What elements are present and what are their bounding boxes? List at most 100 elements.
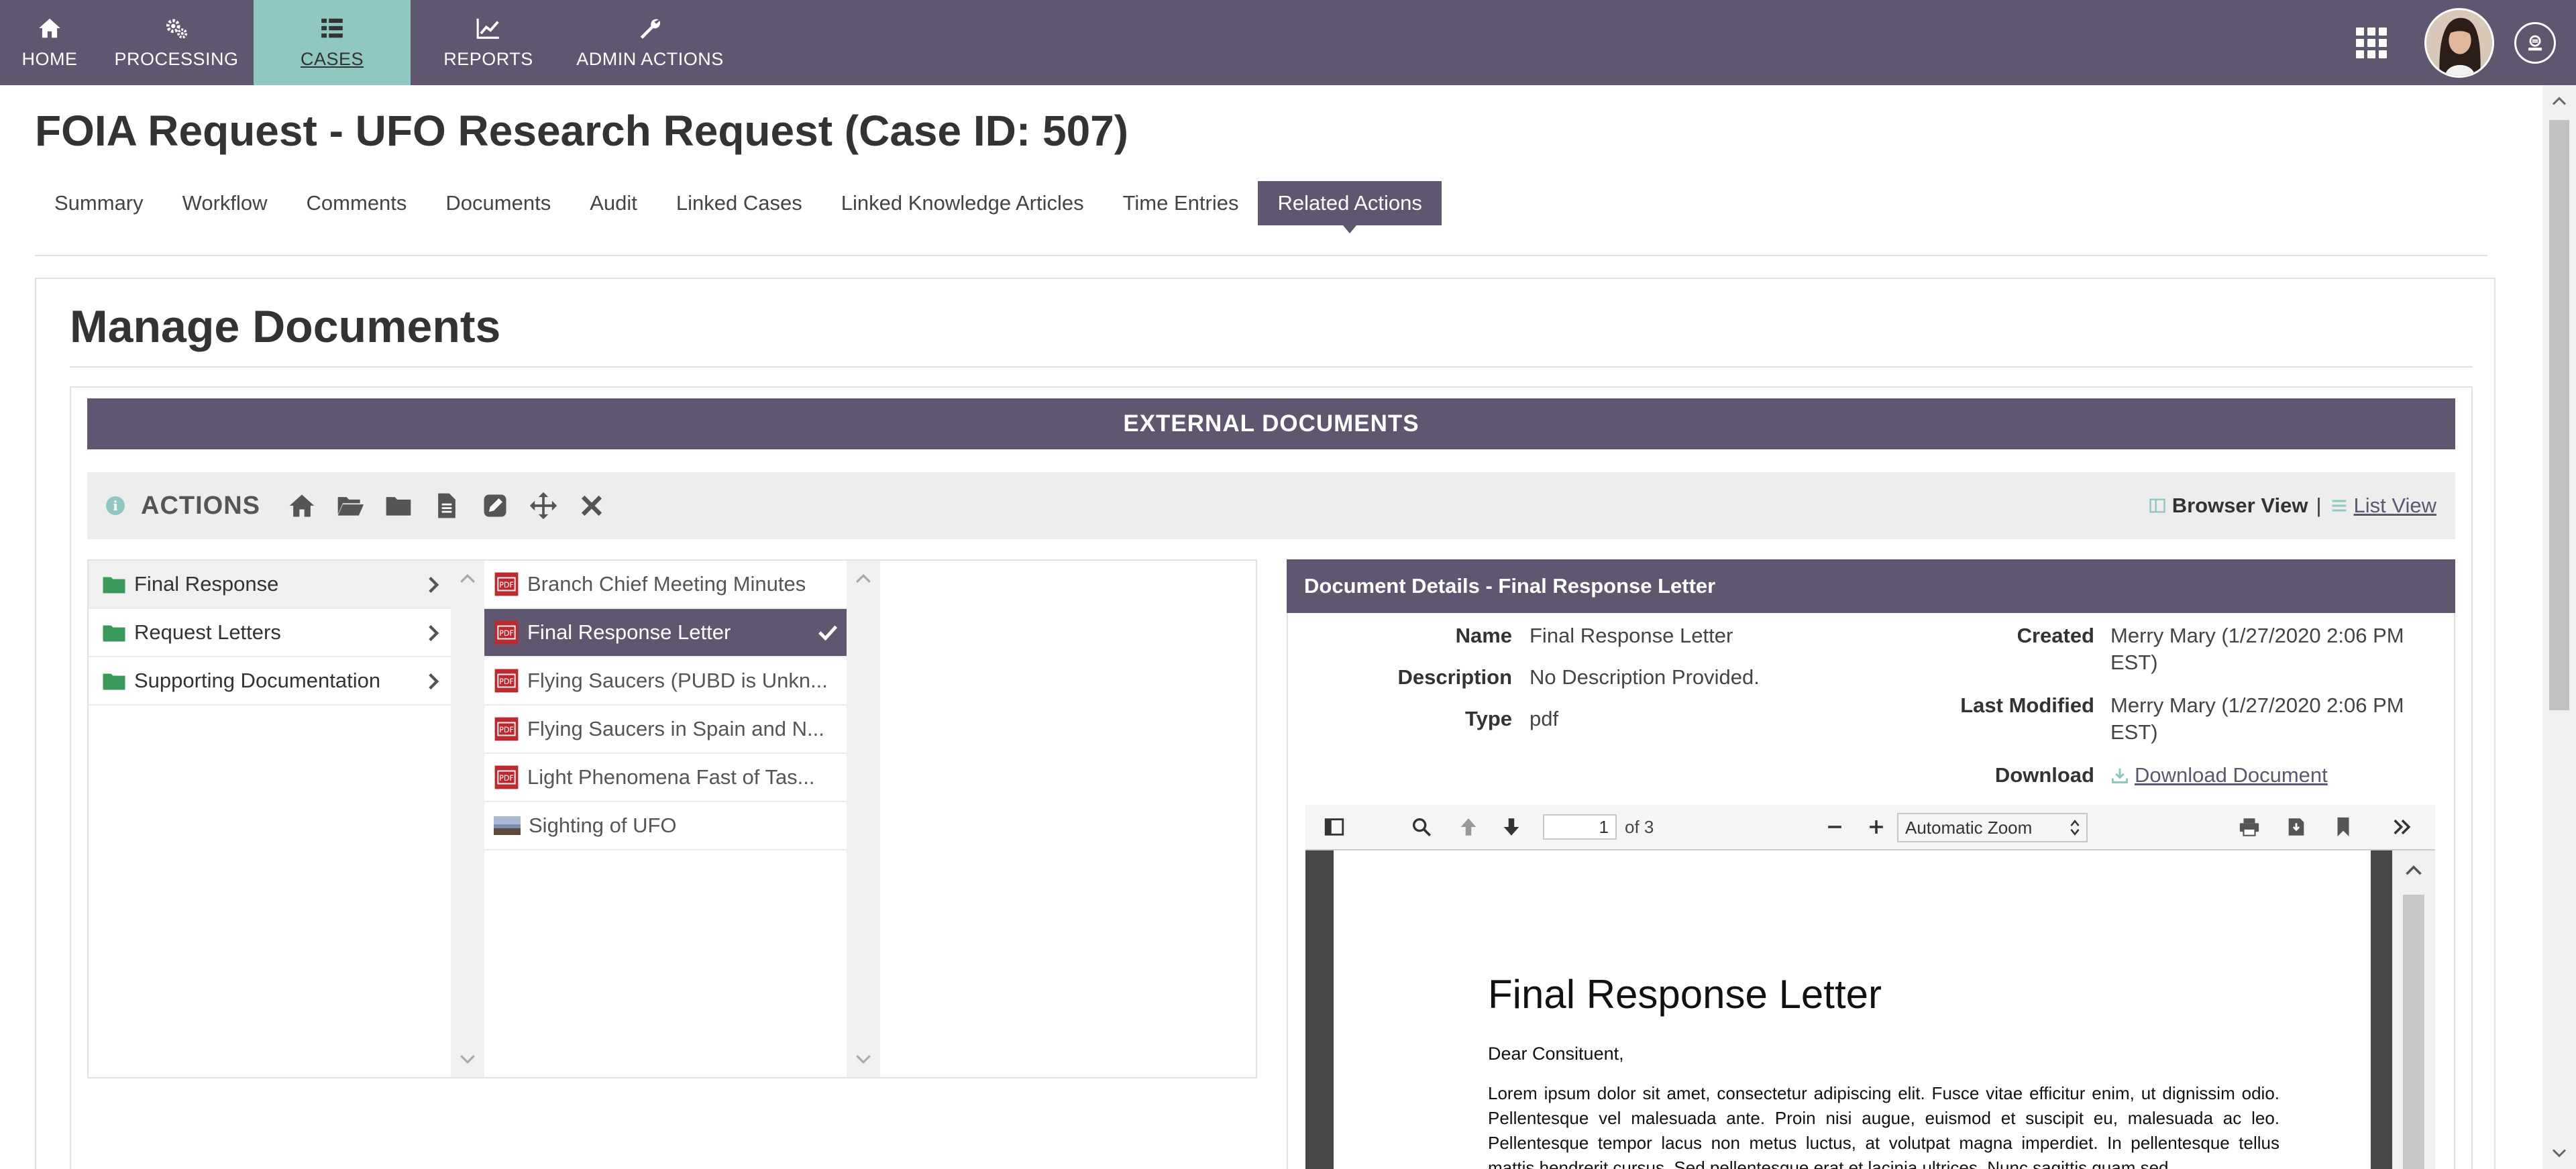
section-title: Manage Documents [70,301,501,352]
svg-text:PDF: PDF [499,629,514,638]
type-label: Type [1464,707,1512,730]
zoom-select[interactable]: Automatic Zoom [1897,813,2088,842]
file-item[interactable]: Sighting of UFO [484,802,847,850]
tab-workflow[interactable]: Workflow [163,181,287,225]
scroll-down-icon[interactable] [459,1050,476,1068]
nav-cases[interactable]: CASES [254,0,411,85]
avatar-image [2426,9,2492,76]
nav-reports-label: REPORTS [443,49,533,69]
tab-linked-cases[interactable]: Linked Cases [657,181,822,225]
edit-action-button[interactable] [479,490,511,522]
zoom-in-icon[interactable] [1865,816,1888,838]
file-column-scrollbar[interactable] [847,561,880,1077]
pdf-icon: PDF [494,669,519,693]
folder-item-request-letters[interactable]: Request Letters [89,609,451,657]
folder-icon [103,577,125,594]
nav-right [2356,0,2576,85]
tab-linked-knowledge-articles[interactable]: Linked Knowledge Articles [822,181,1104,225]
file-item[interactable]: PDF Light Phenomena Fast of Tas... [484,754,847,802]
scroll-up-icon[interactable] [459,570,476,588]
page-number-input[interactable] [1543,814,1617,840]
folder-column-scrollbar[interactable] [451,561,484,1077]
last-modified-value-cont: EST) [2110,720,2158,744]
line-chart-icon [476,18,499,39]
bookmark-icon[interactable] [2332,816,2355,838]
file-item[interactable]: PDF Flying Saucers in Spain and N... [484,706,847,754]
pdf-toolbar: of 3 Automatic Zoom [1305,805,2435,850]
list-lines-icon [2332,500,2346,512]
move-action-button[interactable] [527,490,559,522]
user-avatar[interactable] [2424,7,2494,78]
pdf-page: Final Response Letter Dear Consituent, L… [1334,850,2371,1169]
scroll-up-icon[interactable] [2551,93,2567,109]
new-document-action-button[interactable] [431,490,463,522]
save-icon[interactable] [2285,816,2308,838]
folder-item-supporting-documentation[interactable]: Supporting Documentation [89,657,451,706]
nav-cases-label: CASES [300,49,364,69]
previous-page-icon[interactable] [1457,816,1480,838]
move-icon [529,492,557,520]
download-icon [2112,768,2128,783]
type-value: pdf [1529,707,1559,730]
info-icon[interactable]: i [106,496,125,515]
created-value-cont: EST) [2110,651,2158,674]
folder-label: Supporting Documentation [134,669,381,692]
gears-icon [166,19,188,39]
list-view-toggle[interactable]: List View [2330,494,2436,518]
svg-text:PDF: PDF [499,726,514,734]
nav-processing[interactable]: PROCESSING [99,0,254,85]
actions-bar: i ACTIONS Browser View | List View [87,472,2455,539]
delete-action-button[interactable] [576,490,608,522]
file-label: Final Response Letter [527,620,731,644]
browser-view-toggle[interactable]: Browser View [2148,494,2308,518]
nav-reports[interactable]: REPORTS [411,0,566,85]
folder-label: Final Response [134,572,279,596]
print-icon[interactable] [2238,816,2261,838]
tab-time-entries[interactable]: Time Entries [1104,181,1258,225]
open-folder-action-button[interactable] [334,490,366,522]
created-label: Created [2017,624,2094,647]
scroll-down-icon[interactable] [855,1050,872,1068]
nav-admin-actions-label: ADMIN ACTIONS [576,49,724,69]
created-value: Merry Mary (1/27/2020 2:06 PM [2110,624,2404,647]
case-tabs: Summary Workflow Comments Documents Audi… [35,181,1442,233]
home-action-button[interactable] [286,490,318,522]
chevron-right-icon [429,673,439,690]
pdf-document-title: Final Response Letter [1488,972,1882,1017]
download-document-link[interactable]: Download Document [2110,763,2328,787]
top-nav: HOME PROCESSING CASES REPORTS ADMIN ACTI… [0,0,2576,85]
zoom-out-icon[interactable] [1823,816,1846,838]
file-label: Flying Saucers in Spain and N... [527,717,824,740]
brand-logo-icon[interactable] [2514,21,2556,64]
new-folder-action-button[interactable] [382,490,415,522]
sidebar-toggle-icon[interactable] [1323,816,1346,838]
pdf-body-text: Lorem ipsum dolor sit amet, consectetur … [1488,1083,2279,1169]
tab-related-actions[interactable]: Related Actions [1258,181,1442,233]
pdf-icon: PDF [494,717,519,741]
scroll-up-icon[interactable] [2404,861,2423,880]
file-item-selected[interactable]: PDF Final Response Letter [484,609,847,657]
page-scrollbar-thumb[interactable] [2549,120,2569,710]
tab-summary[interactable]: Summary [35,181,163,225]
file-item[interactable]: PDF Flying Saucers (PUBD is Unkn... [484,657,847,706]
search-icon[interactable] [1410,816,1433,838]
file-item[interactable]: PDF Branch Chief Meeting Minutes [484,561,847,609]
scroll-up-icon[interactable] [855,570,872,588]
image-thumbnail-icon [494,816,521,835]
next-page-icon[interactable] [1500,816,1523,838]
folder-item-final-response[interactable]: Final Response [89,561,451,609]
apps-grid-icon[interactable] [2356,27,2387,58]
tab-audit[interactable]: Audit [570,181,657,225]
nav-admin-actions[interactable]: ADMIN ACTIONS [566,0,734,85]
scroll-down-icon[interactable] [2551,1145,2567,1161]
page-scrollbar[interactable] [2542,85,2576,1169]
tab-comments[interactable]: Comments [287,181,427,225]
tab-documents[interactable]: Documents [426,181,570,225]
svg-text:PDF: PDF [499,677,514,686]
list-icon [321,18,343,38]
pdf-scrollbar[interactable] [2392,850,2435,1169]
more-tools-icon[interactable] [2391,816,2414,838]
nav-home[interactable]: HOME [0,0,99,85]
pdf-scrollbar-thumb[interactable] [2403,895,2424,1169]
brand-logo-mark [2528,35,2542,50]
